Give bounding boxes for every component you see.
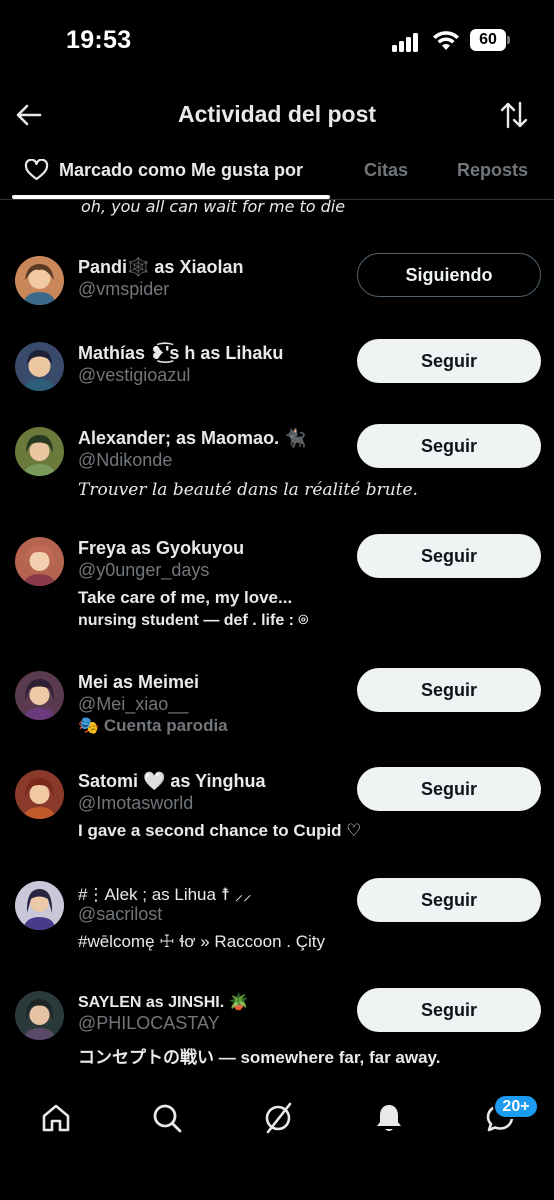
user-handle: @vestigioazul: [78, 365, 191, 385]
follow-button[interactable]: Seguir: [357, 767, 541, 811]
follow-button[interactable]: Seguir: [357, 878, 541, 922]
user-bio: #wēlcomę ☩ ɬơ » Raccoon . Çity: [78, 932, 325, 951]
tab-bar: Marcado como Me gusta por Citas Reposts: [0, 145, 554, 200]
user-handle: @sacrilost: [78, 904, 163, 924]
user-handle: @vmspider: [78, 279, 170, 299]
user-handle: @Mei_xiao__: [78, 694, 189, 714]
partial-bio-text: oh, you all can wait for me to die: [81, 197, 346, 216]
follow-button[interactable]: Seguir: [357, 424, 541, 468]
tab-reposts-label: Reposts: [457, 159, 529, 180]
signal-icon: [392, 32, 422, 52]
battery-icon: 60: [470, 29, 510, 51]
avatar[interactable]: [15, 770, 64, 819]
user-handle: @PHILOCASTAY: [78, 1013, 220, 1033]
following-button[interactable]: Siguiendo: [357, 253, 541, 297]
user-handle: @y0unger_days: [78, 560, 210, 580]
status-time: 19:53: [66, 26, 132, 54]
avatar[interactable]: [15, 881, 64, 930]
follow-button[interactable]: Seguir: [357, 988, 541, 1032]
user-handle: @Ndikonde: [78, 450, 173, 470]
user-display-name: Mathías ❥͜͡'s h as Lihaku: [78, 343, 284, 363]
status-bar: 19:53 60: [0, 0, 554, 80]
user-bio: Take care of me, my love...: [78, 588, 293, 607]
notification-badge: 20+: [493, 1094, 539, 1119]
follow-button[interactable]: Seguir: [357, 534, 541, 578]
grok-icon[interactable]: [258, 1098, 298, 1138]
user-bio-line-2: nursing student — def . life : ⌾: [78, 612, 309, 629]
user-display-name: Mei as Meimei: [78, 672, 200, 692]
avatar[interactable]: [15, 342, 64, 391]
tab-quotes-label: Citas: [364, 159, 409, 180]
sort-button[interactable]: [496, 95, 532, 135]
heart-icon: [24, 159, 49, 181]
header: Actividad del post: [0, 90, 554, 140]
avatar[interactable]: [15, 537, 64, 586]
user-bio: Trouver la beauté dans la réalité brute.: [78, 480, 418, 500]
avatar[interactable]: [15, 427, 64, 476]
avatar[interactable]: [15, 256, 64, 305]
avatar[interactable]: [15, 991, 64, 1040]
user-display-name: Satomi 🤍 as Yinghua: [78, 771, 266, 791]
bell-icon[interactable]: [369, 1098, 409, 1138]
sort-icon: [500, 101, 528, 129]
tab-reposts[interactable]: Reposts: [457, 145, 528, 195]
search-icon[interactable]: [147, 1098, 187, 1138]
tab-likes-label: Marcado como Me gusta por: [59, 159, 304, 180]
user-display-name: SAYLEN as JINSHI. 🪴: [78, 994, 249, 1011]
wifi-icon: [431, 28, 461, 57]
bottom-nav: [0, 1080, 554, 1160]
follow-button[interactable]: Seguir: [357, 668, 541, 712]
user-display-name: Pandi🕸️ as Xiaolan: [78, 257, 244, 277]
home-icon[interactable]: [36, 1098, 76, 1138]
tab-quotes[interactable]: Citas: [364, 145, 408, 195]
user-display-name: Alexander; as Maomao. 🐈‍⬛: [78, 428, 307, 448]
user-display-name: Freya as Gyokuyou: [78, 538, 245, 558]
tab-likes[interactable]: Marcado como Me gusta por: [24, 145, 303, 195]
user-handle: @Imotasworld: [78, 793, 194, 813]
page-title: Actividad del post: [177, 101, 377, 127]
follow-button[interactable]: Seguir: [357, 339, 541, 383]
battery-level: 60: [470, 29, 506, 51]
parody-label: 🎭 Cuenta parodia: [78, 716, 228, 735]
avatar[interactable]: [15, 671, 64, 720]
user-bio: I gave a second chance to Cupid ♡: [78, 821, 362, 840]
user-display-name: #⋮Alek ; as Lihua ☨ ⸝⸝: [78, 885, 252, 904]
user-bio: コンセプトの戦い — somewhere far, far away.: [78, 1048, 441, 1067]
